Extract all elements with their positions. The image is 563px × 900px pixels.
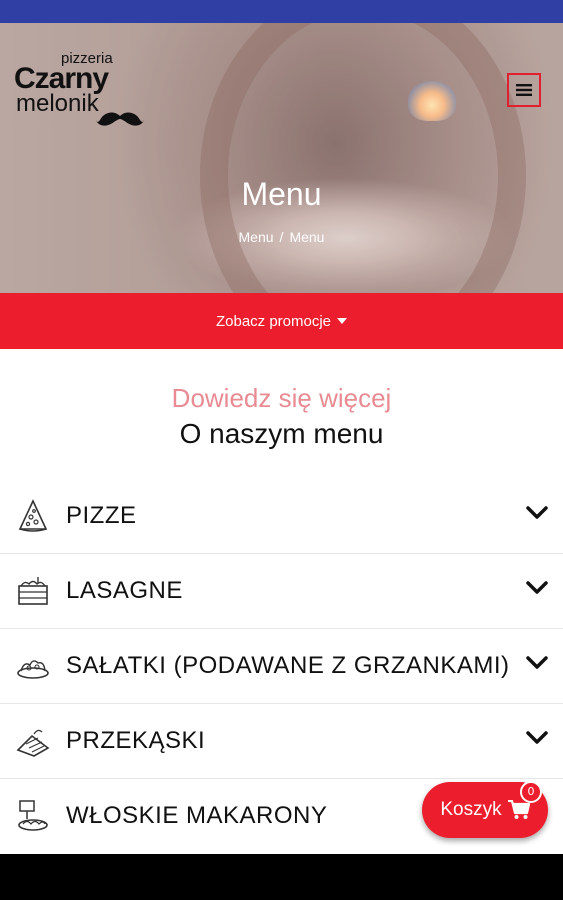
promo-button[interactable]: Zobacz promocje [0,293,563,349]
breadcrumb-link[interactable]: Menu [239,229,274,245]
section-subtitle: Dowiedz się więcej [171,383,392,413]
chevron-down-icon[interactable] [525,655,549,671]
menu-category-label: WŁOSKIE MAKARONY [66,802,328,829]
breadcrumb: Menu / Menu [0,229,563,245]
status-bar [0,0,563,23]
chevron-down-icon[interactable] [525,730,549,746]
menu-toggle-button[interactable] [507,73,541,107]
breadcrumb-current: Menu [289,229,325,245]
pizza-slice-icon [18,499,48,532]
navigation-bar [0,854,563,900]
oven-arch [200,23,526,293]
salad-icon [17,660,49,679]
breadcrumb-separator: / [279,229,284,245]
hamburger-icon [516,84,532,96]
menu-category-pizze[interactable]: PIZZE [0,479,563,554]
logo[interactable]: pizzeria Czarny melonik [14,48,164,128]
promo-label: Zobacz promocje [215,312,332,330]
menu-category-salatki[interactable]: SAŁATKI (PODAWANE Z GRZANKAMI) [0,629,563,704]
snack-icon [16,729,50,757]
menu-category-label: PIZZE [66,502,137,529]
page-title: Menu [241,176,322,212]
cart-count-badge: 0 [520,781,542,803]
menu-category-label: LASAGNE [66,577,183,604]
caret-down-icon [337,318,348,324]
menu-category-przekaski[interactable]: PRZEKĄSKI [0,704,563,779]
mustache-icon [96,112,144,126]
logo-sub-text: melonik [16,90,99,117]
pasta-icon [18,800,48,831]
hero-banner: pizzeria Czarny melonik Menu Menu / Menu [0,23,563,293]
oven-flame [408,81,456,121]
menu-category-label: PRZEKĄSKI [66,727,206,754]
menu-category-label: SAŁATKI (PODAWANE Z GRZANKAMI) [66,652,510,679]
cart-icon [507,800,530,819]
chevron-down-icon[interactable] [525,580,549,596]
menu-category-lasagne[interactable]: LASAGNE [0,554,563,629]
chevron-down-icon[interactable] [525,505,549,521]
section-title: O naszym menu [179,418,384,449]
lasagne-icon [18,577,48,605]
content-area: Dowiedz się więcej O naszym menu PIZZE L… [0,349,563,854]
cart-label: Koszyk [440,799,502,820]
